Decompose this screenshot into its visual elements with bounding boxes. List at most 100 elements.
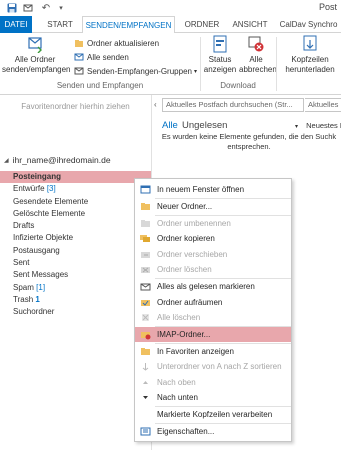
undo-icon[interactable]: ↶ bbox=[40, 2, 52, 14]
menu-item-properties[interactable]: Eigenschaften... bbox=[135, 424, 291, 439]
menu-item-cleanup-folder[interactable]: Ordner aufräumen bbox=[135, 295, 291, 310]
ribbon-tabs: DATEI START SENDEN/EMPFANGEN ORDNER ANSI… bbox=[0, 16, 341, 34]
filter-all-tab[interactable]: Alle bbox=[162, 120, 178, 131]
properties-icon bbox=[135, 424, 155, 439]
folder-count: [1] bbox=[36, 282, 46, 292]
sort-az-icon bbox=[135, 359, 155, 374]
menu-item-open-window[interactable]: In neuem Fenster öffnen bbox=[135, 182, 291, 197]
move-folder-icon bbox=[135, 247, 155, 262]
send-all-label: Alle senden bbox=[87, 52, 129, 62]
cancel-all-button[interactable]: Alle abbrechen bbox=[239, 35, 277, 75]
search-input[interactable]: Aktuelles Postfach durchsuchen (Str... bbox=[162, 98, 304, 112]
folder-item-posteingang[interactable]: Posteingang bbox=[0, 171, 151, 184]
menu-item-label: Ordner kopieren bbox=[157, 234, 215, 244]
folder-label: Sent Messages bbox=[13, 270, 69, 280]
download-headers-button[interactable]: Kopfzeilen herunterladen bbox=[280, 35, 340, 75]
menu-item-imap-folder[interactable]: IMAP-Ordner... bbox=[135, 327, 291, 342]
menu-item-label: Markierte Kopfzeilen verarbeiten bbox=[157, 410, 273, 420]
imap-folder-icon bbox=[135, 327, 155, 342]
sort-dropdown[interactable]: ▾ Neuestes E bbox=[295, 121, 341, 130]
folder-item-spam[interactable]: Spam [1] bbox=[0, 282, 151, 294]
menu-item-mark-read[interactable]: Alles als gelesen markieren bbox=[135, 279, 291, 294]
folder-label: Gesendete Elemente bbox=[13, 196, 89, 206]
cleanup-folder-icon bbox=[135, 295, 155, 310]
folder-count: 1 bbox=[35, 294, 40, 304]
customize-icon[interactable]: ▾ bbox=[56, 2, 66, 14]
folder-item-sent[interactable]: Sent bbox=[0, 257, 151, 269]
folder-pane: Favoritenordner hierhin ziehen ◢ ihr_nam… bbox=[0, 95, 151, 450]
menu-item-label: In Favoriten anzeigen bbox=[157, 347, 234, 356]
tab-datei[interactable]: DATEI bbox=[0, 16, 32, 33]
menu-item-delete-all: Alle löschen bbox=[135, 310, 291, 325]
empty-list-message: Es wurden keine Elemente gefunden, die d… bbox=[161, 132, 337, 151]
menu-item-move-folder: Ordner verschieben bbox=[135, 247, 291, 262]
menu-item-copy-folder[interactable]: Ordner kopieren bbox=[135, 231, 291, 246]
folder-count: [3] bbox=[46, 184, 56, 194]
menu-item-move-down[interactable]: Nach unten bbox=[135, 390, 291, 405]
menu-item-label: Ordner umbenennen bbox=[157, 219, 231, 228]
favorites-hint: Favoritenordner hierhin ziehen bbox=[21, 102, 130, 111]
group-label-download: Download bbox=[220, 81, 256, 90]
save-icon[interactable] bbox=[6, 2, 18, 14]
menu-item-favorites[interactable]: In Favoriten anzeigen bbox=[135, 344, 291, 359]
menu-item-label: Nach unten bbox=[157, 393, 198, 403]
expand-triangle-icon[interactable]: ◢ bbox=[4, 157, 9, 164]
folder-item-infizierte-objekte[interactable]: Infizierte Objekte bbox=[0, 232, 151, 244]
mark-read-icon bbox=[135, 279, 155, 294]
collapse-pane-icon[interactable]: ‹ bbox=[154, 100, 157, 109]
update-folder-button[interactable]: Ordner aktualisieren bbox=[74, 37, 159, 49]
folder-label: Infizierte Objekte bbox=[13, 233, 74, 243]
folder-label: Trash bbox=[13, 294, 34, 304]
search-scope-dropdown[interactable]: Aktuelles bbox=[305, 98, 341, 112]
sort-label: Neuestes E bbox=[306, 121, 341, 130]
download-headers-label: Kopfzeilen herunterladen bbox=[285, 55, 335, 74]
tab-senden-empfangen[interactable]: SENDEN/EMPFANGEN bbox=[82, 16, 175, 34]
move-up-icon bbox=[135, 375, 155, 390]
folder-item-entwuerfe[interactable]: Entwürfe [3] bbox=[0, 183, 151, 195]
menu-item-process-headers[interactable]: Markierte Kopfzeilen verarbeiten bbox=[135, 407, 291, 422]
send-receive-groups-label: Senden-Empfangen-Gruppen bbox=[87, 66, 192, 76]
folder-item-suchordner[interactable]: Suchordner bbox=[0, 306, 151, 318]
new-folder-icon bbox=[135, 199, 155, 214]
menu-item-label: Ordner löschen bbox=[157, 265, 212, 275]
tab-start[interactable]: START bbox=[40, 16, 80, 33]
folder-label: Gelöschte Elemente bbox=[13, 208, 86, 218]
menu-item-label: Ordner verschieben bbox=[157, 249, 228, 259]
folder-item-drafts[interactable]: Drafts bbox=[0, 220, 151, 232]
show-progress-icon bbox=[203, 35, 237, 55]
window-title: Post bbox=[318, 2, 337, 12]
folder-context-menu: In neuem Fenster öffnen Neuer Ordner... Or… bbox=[134, 178, 292, 442]
open-window-icon bbox=[135, 182, 155, 197]
update-folder-icon bbox=[74, 38, 84, 48]
send-receive-all-label: Alle Ordner senden/empfangen bbox=[2, 55, 71, 74]
menu-item-label: Ordner aufräumen bbox=[157, 297, 223, 307]
folder-item-postausgang[interactable]: Postausgang bbox=[0, 245, 151, 257]
send-all-button[interactable]: Alle senden bbox=[74, 51, 129, 63]
sort-chevron-icon: ▾ bbox=[295, 124, 299, 130]
send-receive-icon[interactable] bbox=[22, 2, 34, 14]
folder-label: Entwürfe bbox=[13, 184, 45, 194]
ribbon: Alle Ordner senden/empfangen Ordner aktu… bbox=[0, 33, 341, 95]
menu-item-label: Neuer Ordner... bbox=[157, 202, 213, 211]
menu-item-label: Nach oben bbox=[157, 377, 196, 387]
account-header[interactable]: ◢ ihr_name@ihredomain.de bbox=[4, 155, 111, 165]
folder-item-geloeschte-elemente[interactable]: Gelöschte Elemente bbox=[0, 208, 151, 220]
send-receive-all-button[interactable]: Alle Ordner senden/empfangen bbox=[2, 35, 71, 75]
group-label-send-receive: Senden und Empfangen bbox=[56, 81, 144, 90]
folder-item-sent-messages[interactable]: Sent Messages bbox=[0, 269, 151, 281]
menu-item-rename-folder: Ordner umbenennen bbox=[135, 216, 291, 231]
tab-ordner[interactable]: ORDNER bbox=[180, 16, 224, 33]
folder-item-trash[interactable]: Trash 1 bbox=[0, 294, 151, 306]
tab-ansicht[interactable]: ANSICHT bbox=[228, 16, 272, 33]
folder-item-gesendete-elemente[interactable]: Gesendete Elemente bbox=[0, 196, 151, 208]
menu-item-new-folder[interactable]: Neuer Ordner... bbox=[135, 199, 291, 214]
tab-caldav-synchro[interactable]: CalDav Synchro bbox=[276, 16, 341, 33]
send-receive-groups-button[interactable]: Senden-Empfangen-Gruppen ▾ bbox=[74, 65, 197, 77]
filter-unread-tab[interactable]: Ungelesen bbox=[182, 120, 227, 131]
favorites-icon bbox=[135, 344, 155, 359]
send-receive-all-icon bbox=[2, 35, 68, 55]
send-all-icon bbox=[74, 52, 84, 62]
copy-folder-icon bbox=[135, 231, 155, 246]
delete-all-icon bbox=[135, 310, 155, 325]
show-progress-button[interactable]: Status anzeigen bbox=[203, 35, 237, 75]
